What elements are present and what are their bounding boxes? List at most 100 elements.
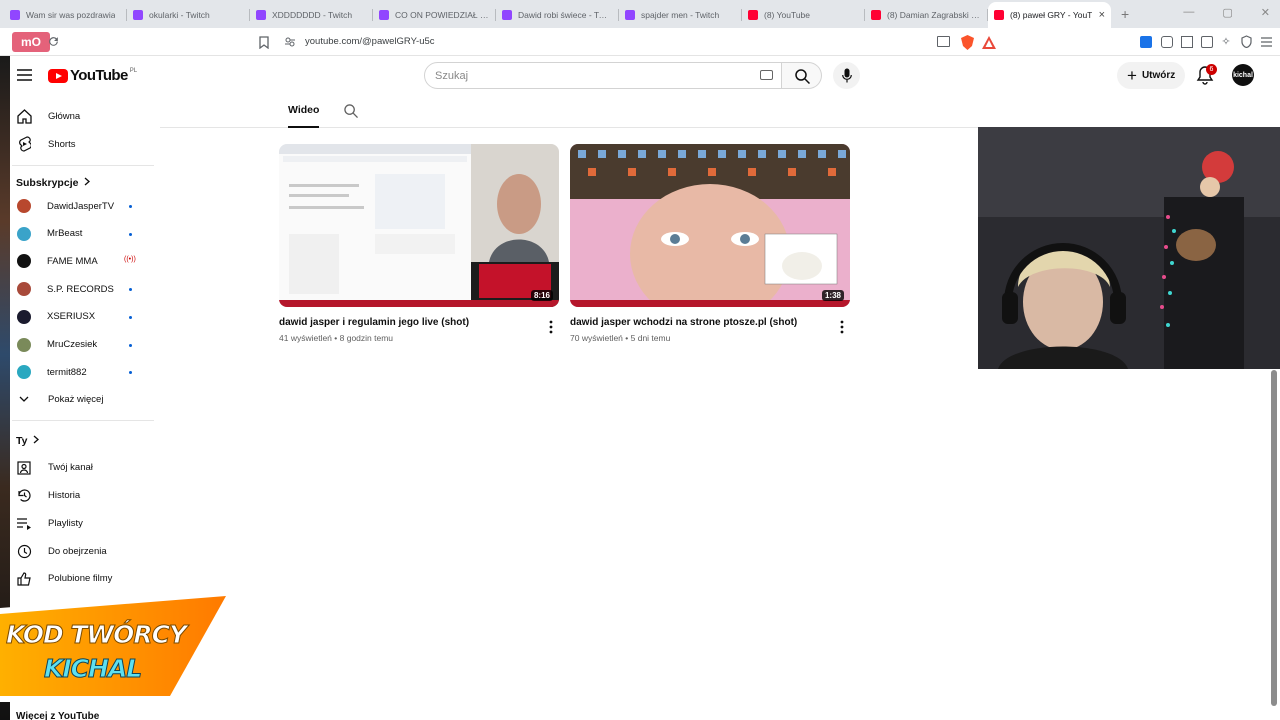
more-options-icon[interactable] xyxy=(840,320,844,334)
sidebar-subscription[interactable]: S.P. RECORDS xyxy=(16,276,114,302)
chevron-right-icon xyxy=(33,435,40,447)
browser-tab[interactable]: spajder men - Twitch xyxy=(619,2,742,28)
browser-tab-title: (8) Damian Zagrabski - Yo xyxy=(887,10,982,20)
twitch-icon xyxy=(502,10,512,20)
translate-icon[interactable] xyxy=(1140,36,1152,48)
video-title[interactable]: dawid jasper wchodzi na strone ptosze.pl… xyxy=(570,317,825,328)
minimize-icon[interactable]: — xyxy=(1183,6,1194,19)
search-input[interactable]: Szukaj xyxy=(424,62,782,89)
video-card[interactable]: 1:38 dawid jasper wchodzi na strone ptos… xyxy=(570,144,850,343)
sidebar-toggle-icon[interactable] xyxy=(1181,36,1193,48)
menu-icon[interactable] xyxy=(1260,35,1272,48)
new-tab-icon[interactable]: + xyxy=(1121,6,1129,22)
sidebar-item-label: Polubione filmy xyxy=(48,573,113,585)
youtube-logo-text: YouTube xyxy=(70,67,128,84)
search-button[interactable] xyxy=(782,62,822,89)
shorts-icon xyxy=(16,136,32,152)
sidebar-item-label: Historia xyxy=(48,490,81,502)
subscription-label: XSERIUSX xyxy=(47,311,96,323)
brave-shield-icon[interactable] xyxy=(960,34,974,50)
chevron-down-icon xyxy=(16,392,32,408)
video-thumbnail[interactable]: 8:16 xyxy=(279,144,559,307)
keyboard-icon[interactable] xyxy=(760,70,773,80)
hamburger-menu-icon[interactable] xyxy=(16,68,32,82)
subscription-label: FAME MMA xyxy=(47,255,98,267)
sidebar-item-label: Główna xyxy=(48,110,81,122)
show-more-button[interactable]: Pokaż więcej xyxy=(16,387,103,413)
wallet-icon[interactable] xyxy=(1201,36,1213,48)
browser-tab-title: okularki - Twitch xyxy=(149,10,210,20)
video-thumbnail[interactable]: 1:38 xyxy=(570,144,850,307)
video-age: 8 godzin temu xyxy=(339,333,394,343)
browser-tab[interactable]: (8) Damian Zagrabski - Yo xyxy=(865,2,988,28)
sidebar-subscription[interactable]: termit882 xyxy=(16,359,87,385)
subscriptions-heading[interactable]: Subskrypcje xyxy=(16,177,91,189)
sidebar-item-label: Playlisty xyxy=(48,517,83,529)
leo-ai-icon[interactable]: ✧ xyxy=(1220,35,1232,48)
channel-search-icon[interactable] xyxy=(344,104,358,118)
browser-tab[interactable]: okularki - Twitch xyxy=(127,2,250,28)
page-scrollbar[interactable] xyxy=(1271,370,1277,706)
more-options-icon[interactable] xyxy=(549,320,553,334)
channel-avatar xyxy=(17,309,31,324)
cast-icon[interactable] xyxy=(937,36,950,47)
vpn-icon[interactable] xyxy=(1240,35,1252,48)
notification-count-badge: 6 xyxy=(1206,64,1217,75)
brave-rewards-icon[interactable] xyxy=(982,34,996,50)
close-tab-icon[interactable]: × xyxy=(1095,9,1105,21)
sidebar-subscription[interactable]: MrBeast xyxy=(16,221,82,247)
more-from-youtube-heading: Więcej z YouTube xyxy=(16,711,100,720)
address-bar: mO youtube.com/@pawelGRY-u5c ✧ xyxy=(0,28,1280,56)
microphone-icon xyxy=(841,67,852,83)
you-label: Ty xyxy=(16,434,28,447)
browser-tab[interactable]: (8) paweł GRY - YouT × xyxy=(988,2,1111,28)
url-text[interactable]: youtube.com/@pawelGRY-u5c xyxy=(305,36,435,47)
video-card[interactable]: 8:16 dawid jasper i regulamin jego live … xyxy=(279,144,559,343)
sidebar-item-watch-later[interactable]: Do obejrzenia xyxy=(16,538,107,564)
sidebar-subscription[interactable]: DawidJasperTV xyxy=(16,193,114,219)
close-window-icon[interactable]: ✕ xyxy=(1261,6,1270,19)
twitch-icon xyxy=(133,10,143,20)
search-placeholder: Szukaj xyxy=(435,69,469,82)
video-views: 70 wyświetleń xyxy=(570,333,623,343)
creator-code-value: KICHAL xyxy=(43,654,142,684)
twitch-icon xyxy=(379,10,389,20)
sidebar-item-like[interactable]: Polubione filmy xyxy=(16,566,112,592)
you-heading[interactable]: Ty xyxy=(16,434,40,447)
sidebar-subscription[interactable]: FAME MMA xyxy=(16,248,98,274)
avatar[interactable]: kichal xyxy=(1232,64,1254,86)
reload-icon[interactable] xyxy=(46,34,60,48)
sidebar-subscription[interactable]: MruCzesiek xyxy=(16,332,97,358)
video-title[interactable]: dawid jasper i regulamin jego live (shot… xyxy=(279,317,534,328)
browser-tab[interactable]: XDDDDDDD - Twitch xyxy=(250,2,373,28)
video-duration: 1:38 xyxy=(821,290,844,301)
new-content-dot xyxy=(129,288,132,292)
sidebar-item-shorts[interactable]: Shorts xyxy=(16,131,75,157)
new-content-dot xyxy=(129,232,132,236)
sidebar-item-główna[interactable]: Główna xyxy=(16,103,80,129)
subscription-label: DawidJasperTV xyxy=(47,200,115,212)
extensions-icon[interactable] xyxy=(1161,36,1173,48)
like-icon xyxy=(16,571,32,587)
sidebar-item-history[interactable]: Historia xyxy=(16,483,80,509)
site-info-icon[interactable] xyxy=(284,35,296,49)
tab-video[interactable]: Wideo xyxy=(288,104,320,128)
creator-code-label: KOD TWÓRCY xyxy=(5,620,187,650)
plus-icon: + xyxy=(1127,66,1137,85)
youtube-logo[interactable]: YouTube PL xyxy=(48,67,137,84)
sidebar-item-playlist[interactable]: Playlisty xyxy=(16,510,83,536)
browser-tab[interactable]: (8) YouTube xyxy=(742,2,865,28)
browser-tab[interactable]: CO ON POWIEDZIAŁ XDD xyxy=(373,2,496,28)
voice-search-button[interactable] xyxy=(833,62,860,89)
home-icon xyxy=(16,108,32,124)
new-content-dot xyxy=(129,343,132,347)
browser-tab[interactable]: Wam sir was pozdrawia xyxy=(4,2,127,28)
sidebar-subscription[interactable]: XSERIUSX xyxy=(16,304,95,330)
bookmark-icon[interactable] xyxy=(258,35,270,49)
subscription-label: MrBeast xyxy=(47,228,83,240)
sidebar-item-channel[interactable]: Twój kanał xyxy=(16,455,93,481)
create-button[interactable]: + Utwórz xyxy=(1117,62,1185,89)
sidebar-item-label: Do obejrzenia xyxy=(48,545,107,557)
maximize-icon[interactable]: ▢ xyxy=(1222,6,1232,19)
browser-tab[interactable]: Dawid robi świece - Twitch xyxy=(496,2,619,28)
